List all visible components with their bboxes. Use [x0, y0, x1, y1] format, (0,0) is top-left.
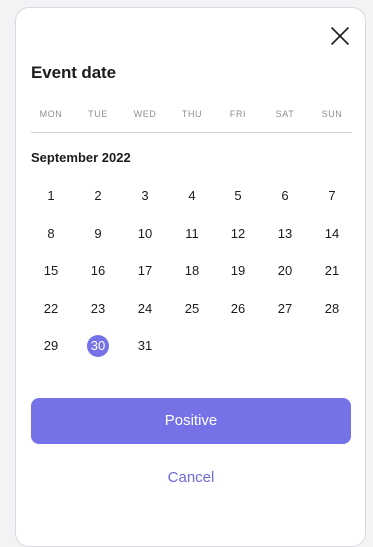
- calendar-day[interactable]: 13: [270, 223, 300, 245]
- calendar-day[interactable]: 28: [317, 298, 347, 320]
- calendar-day[interactable]: 15: [36, 260, 66, 282]
- calendar-day[interactable]: 4: [177, 185, 207, 207]
- calendar-day[interactable]: 29: [36, 335, 66, 357]
- calendar-day[interactable]: 1: [36, 185, 66, 207]
- calendar-grid: 1 2 3 4 5 6 7 8 9 10 11 12 13 14 15 16 17 18 19 20 21 22 23 24 2…: [16, 8, 367, 368]
- date-picker-dialog: Event date MON TUE WED THU FRI SAT SUN Septemb…: [15, 7, 366, 547]
- positive-button[interactable]: Positive: [31, 398, 351, 444]
- calendar-day[interactable]: 24: [130, 298, 160, 320]
- calendar-day[interactable]: 22: [36, 298, 66, 320]
- calendar-day[interactable]: 9: [83, 223, 113, 245]
- cancel-button[interactable]: Cancel: [31, 466, 351, 490]
- calendar-day[interactable]: 27: [270, 298, 300, 320]
- calendar-day[interactable]: 23: [83, 298, 113, 320]
- calendar-day[interactable]: 7: [317, 185, 347, 207]
- calendar-day[interactable]: 31: [130, 335, 160, 357]
- calendar-day[interactable]: 2: [83, 185, 113, 207]
- calendar-day[interactable]: 5: [223, 185, 253, 207]
- calendar-day[interactable]: 30: [83, 335, 113, 357]
- calendar-day[interactable]: 17: [130, 260, 160, 282]
- calendar-day[interactable]: 3: [130, 185, 160, 207]
- calendar-day[interactable]: 16: [83, 260, 113, 282]
- calendar-day[interactable]: 25: [177, 298, 207, 320]
- calendar-day[interactable]: 20: [270, 260, 300, 282]
- calendar-day[interactable]: 26: [223, 298, 253, 320]
- calendar-day[interactable]: 12: [223, 223, 253, 245]
- calendar-day[interactable]: 18: [177, 260, 207, 282]
- calendar-day[interactable]: 21: [317, 260, 347, 282]
- calendar-day[interactable]: 14: [317, 223, 347, 245]
- calendar-day[interactable]: 19: [223, 260, 253, 282]
- calendar-day[interactable]: 11: [177, 223, 207, 245]
- calendar-day[interactable]: 8: [36, 223, 66, 245]
- calendar-day[interactable]: 6: [270, 185, 300, 207]
- calendar-day[interactable]: 10: [130, 223, 160, 245]
